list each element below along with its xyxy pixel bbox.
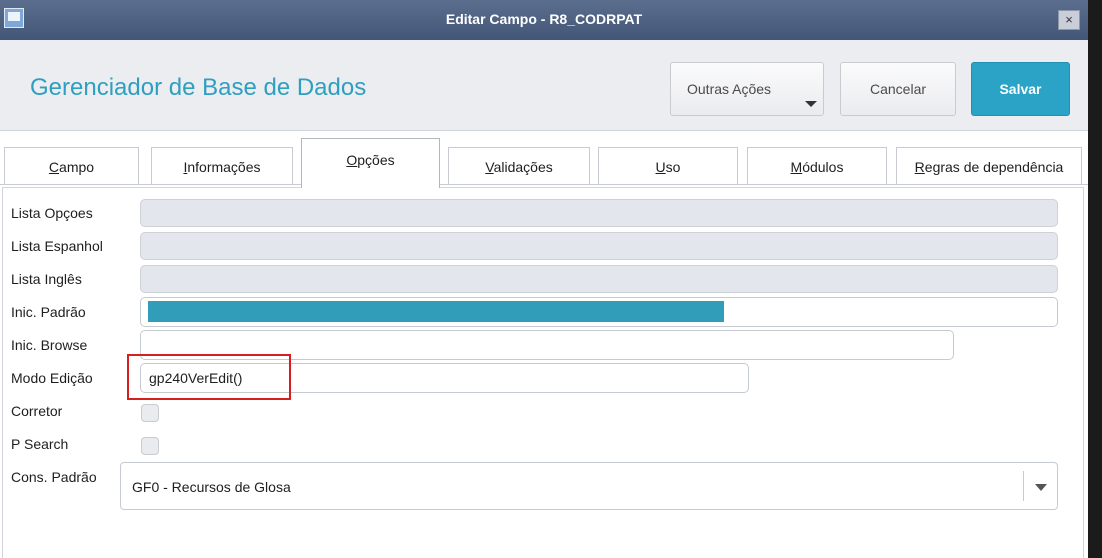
cons-padrao-value: GF0 - Recursos de Glosa <box>132 479 291 495</box>
header-bar: Gerenciador de Base de Dados Outras Açõe… <box>0 40 1088 131</box>
red-highlight-box <box>127 354 291 400</box>
tab-modulos[interactable]: Módulos <box>747 147 887 184</box>
p-search-checkbox[interactable] <box>141 437 159 455</box>
inic-browse-label: Inic. Browse <box>11 337 88 353</box>
select-divider <box>1023 471 1024 501</box>
lista-opcoes-label: Lista Opçoes <box>11 205 93 221</box>
tab-informacoes[interactable]: Informações <box>151 147 293 184</box>
close-button[interactable]: × <box>1058 10 1080 30</box>
chevron-down-icon[interactable] <box>1035 484 1047 491</box>
cons-padrao-select[interactable]: GF0 - Recursos de Glosa <box>120 462 1058 510</box>
lista-ingles-label: Lista Inglês <box>11 271 82 287</box>
lista-espanhol-field <box>140 232 1058 260</box>
window-title: Editar Campo - R8_CODRPAT <box>445 11 643 27</box>
chevron-down-icon <box>805 101 817 107</box>
tab-campo[interactable]: Campo <box>4 147 139 184</box>
tab-opcoes[interactable]: Opções <box>301 138 440 188</box>
inic-padrao-label: Inic. Padrão <box>11 304 86 320</box>
save-button[interactable]: Salvar <box>971 62 1070 116</box>
tab-regras-de-dependencia[interactable]: Regras de dependência <box>896 147 1082 184</box>
lista-espanhol-label: Lista Espanhol <box>11 238 103 254</box>
cons-padrao-label: Cons. Padrão <box>11 469 97 485</box>
title-bar[interactable]: Editar Campo - R8_CODRPAT × <box>0 0 1088 40</box>
edit-field-window: Editar Campo - R8_CODRPAT × Gerenciador … <box>0 0 1088 558</box>
corretor-label: Corretor <box>11 403 63 419</box>
app-title: Gerenciador de Base de Dados <box>30 74 367 101</box>
text-selection-highlight <box>148 301 724 322</box>
cancel-button[interactable]: Cancelar <box>840 62 956 116</box>
modo-edicao-label: Modo Edição <box>11 370 93 386</box>
tab-uso[interactable]: Uso <box>598 147 738 184</box>
other-actions-button[interactable]: Outras Ações <box>670 62 824 116</box>
p-search-label: P Search <box>11 436 69 452</box>
corretor-checkbox[interactable] <box>141 404 159 422</box>
tab-validacoes[interactable]: Validações <box>448 147 590 184</box>
lista-opcoes-field <box>140 199 1058 227</box>
lista-ingles-field <box>140 265 1058 293</box>
other-actions-label: Outras Ações <box>687 81 772 97</box>
